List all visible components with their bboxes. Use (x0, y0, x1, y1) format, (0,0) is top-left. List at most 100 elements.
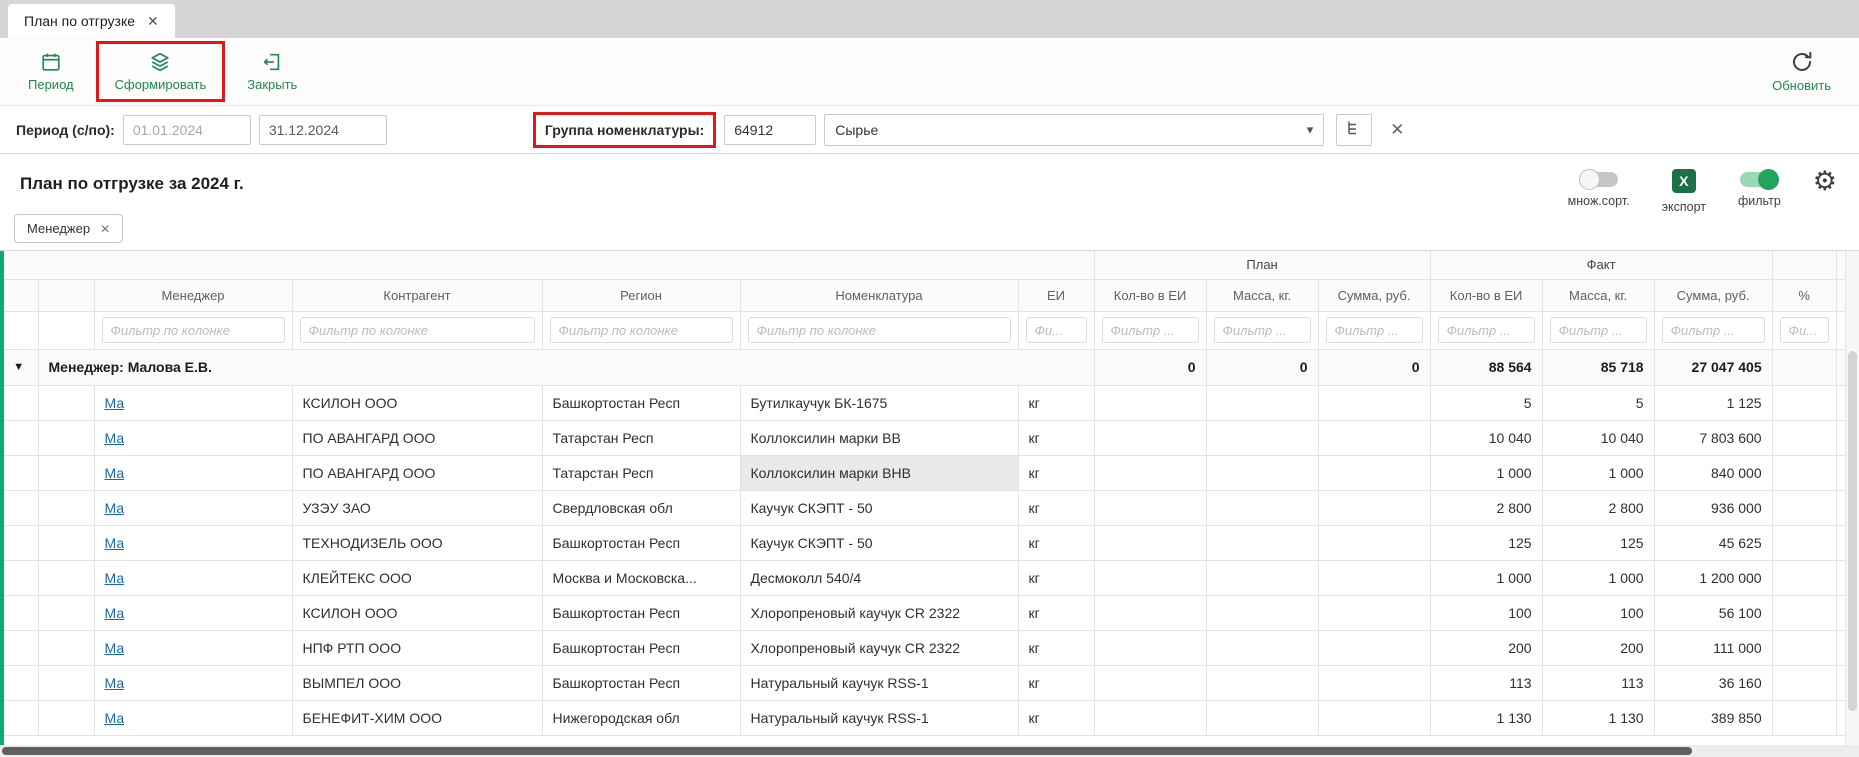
table-row[interactable]: Ма КЛЕЙТЕКС ООО Москва и Московска... Де… (0, 560, 1845, 595)
column-header-manager[interactable]: Менеджер (94, 279, 292, 311)
filter-toggle[interactable]: фильтр (1738, 166, 1781, 208)
manager-link[interactable]: Ма (105, 465, 125, 481)
period-button[interactable]: Период (16, 46, 86, 97)
column-header-nomenclature[interactable]: Номенклатура (740, 279, 1018, 311)
date-to-input[interactable] (259, 115, 387, 145)
table-row[interactable]: Ма БЕНЕФИТ-ХИМ ООО Нижегородская обл Нат… (0, 700, 1845, 735)
manager-link[interactable]: Ма (105, 640, 125, 656)
fact-qty-cell: 1 000 (1430, 560, 1542, 595)
nomenclature-group-select[interactable]: Сырье ▾ (824, 114, 1324, 146)
multisort-toggle[interactable]: множ.сорт. (1568, 166, 1630, 208)
filter-input-fact-sum[interactable] (1662, 317, 1765, 343)
nomenclature-cell: Хлоропреновый каучук CR 2322 (740, 630, 1018, 665)
region-cell: Башкортостан Респ (542, 525, 740, 560)
filter-input-fact-qty[interactable] (1438, 317, 1535, 343)
contragent-cell: КЛЕЙТЕКС ООО (292, 560, 542, 595)
filter-input-region[interactable] (550, 317, 733, 343)
refresh-icon (1790, 50, 1814, 74)
table-row[interactable]: Ма КСИЛОН ООО Башкортостан Респ Бутилкау… (0, 385, 1845, 420)
manager-link[interactable]: Ма (105, 710, 125, 726)
manager-link[interactable]: Ма (105, 605, 125, 621)
column-header-unit[interactable]: ЕИ (1018, 279, 1094, 311)
column-header-contragent[interactable]: Контрагент (292, 279, 542, 311)
fact-band-header: Факт (1430, 251, 1772, 279)
manager-link[interactable]: Ма (105, 430, 125, 446)
table-row[interactable]: Ма ВЫМПЕЛ ООО Башкортостан Респ Натураль… (0, 665, 1845, 700)
group-fact-mass: 85 718 (1542, 349, 1654, 385)
filter-input-percent[interactable] (1780, 317, 1829, 343)
period-button-label: Период (28, 77, 74, 92)
column-header-fact-mass[interactable]: Масса, кг. (1542, 279, 1654, 311)
fact-qty-cell: 113 (1430, 665, 1542, 700)
filter-input-fact-mass[interactable] (1550, 317, 1647, 343)
manager-link[interactable]: Ма (105, 535, 125, 551)
fact-mass-cell: 1 000 (1542, 560, 1654, 595)
date-from-input[interactable] (123, 115, 251, 145)
column-header-fact-sum[interactable]: Сумма, руб. (1654, 279, 1772, 311)
horizontal-scrollbar[interactable] (0, 745, 1859, 757)
filter-input-unit[interactable] (1026, 317, 1087, 343)
unit-cell: кг (1018, 700, 1094, 735)
contragent-cell: ПО АВАНГАРД ООО (292, 420, 542, 455)
fact-sum-cell: 56 100 (1654, 595, 1772, 630)
column-header-plan-sum[interactable]: Сумма, руб. (1318, 279, 1430, 311)
filter-input-contragent[interactable] (300, 317, 535, 343)
page-title: План по отгрузке за 2024 г. (20, 166, 244, 194)
horizontal-scrollbar-thumb[interactable] (2, 747, 1692, 755)
fact-sum-cell: 1 125 (1654, 385, 1772, 420)
fact-qty-cell: 1 000 (1430, 455, 1542, 490)
group-row[interactable]: ▼ Менеджер: Малова Е.В. 0 0 0 88 564 85 … (0, 349, 1845, 385)
vertical-scrollbar[interactable] (1845, 251, 1859, 745)
filter-input-nomenclature[interactable] (748, 317, 1011, 343)
export-label: экспорт (1662, 200, 1706, 214)
manager-link[interactable]: Ма (105, 570, 125, 586)
filter-input-manager[interactable] (102, 317, 285, 343)
table-row[interactable]: Ма УЗЭУ ЗАО Свердловская обл Каучук СКЭП… (0, 490, 1845, 525)
unit-cell: кг (1018, 525, 1094, 560)
table-row[interactable]: Ма КСИЛОН ООО Башкортостан Респ Хлоропре… (0, 595, 1845, 630)
fact-qty-cell: 200 (1430, 630, 1542, 665)
tab-shipment-plan[interactable]: План по отгрузке ✕ (8, 4, 175, 38)
refresh-button[interactable]: Обновить (1760, 45, 1843, 98)
report-header: План по отгрузке за 2024 г. множ.сорт. X… (0, 154, 1859, 206)
annotation-box-generate: Сформировать (96, 41, 226, 102)
tab-close-icon[interactable]: ✕ (147, 13, 159, 30)
filter-input-plan-qty[interactable] (1102, 317, 1199, 343)
group-code-input[interactable] (724, 115, 816, 145)
generate-button[interactable]: Сформировать (103, 46, 219, 97)
column-header-fact-qty[interactable]: Кол-во в ЕИ (1430, 279, 1542, 311)
group-fact-sum: 27 047 405 (1654, 349, 1772, 385)
calendar-icon (40, 51, 62, 73)
chip-close-icon[interactable]: ✕ (100, 222, 110, 236)
export-excel-button[interactable]: X экспорт (1662, 166, 1706, 214)
manager-link[interactable]: Ма (105, 675, 125, 691)
nomenclature-cell: Натуральный каучук RSS-1 (740, 665, 1018, 700)
table-row[interactable]: Ма НПФ РТП ООО Башкортостан Респ Хлоропр… (0, 630, 1845, 665)
vertical-scrollbar-thumb[interactable] (1848, 351, 1857, 711)
column-header-region[interactable]: Регион (542, 279, 740, 311)
refresh-button-label: Обновить (1772, 78, 1831, 93)
filter-input-plan-mass[interactable] (1214, 317, 1311, 343)
column-header-plan-mass[interactable]: Масса, кг. (1206, 279, 1318, 311)
table-row[interactable]: Ма ПО АВАНГАРД ООО Татарстан Респ Коллок… (0, 455, 1845, 490)
close-button-label: Закрыть (247, 77, 297, 92)
group-plan-mass: 0 (1206, 349, 1318, 385)
fact-mass-cell: 5 (1542, 385, 1654, 420)
clear-group-button[interactable]: ✕ (1390, 120, 1404, 140)
manager-link[interactable]: Ма (105, 500, 125, 516)
fact-qty-cell: 10 040 (1430, 420, 1542, 455)
group-expand-icon[interactable]: ▼ (13, 361, 24, 373)
manager-link[interactable]: Ма (105, 395, 125, 411)
close-button[interactable]: Закрыть (235, 46, 309, 97)
column-header-percent[interactable]: % (1772, 279, 1836, 311)
tree-view-button[interactable] (1336, 114, 1372, 146)
table-row[interactable]: Ма ТЕХНОДИЗЕЛЬ ООО Башкортостан Респ Кау… (0, 525, 1845, 560)
exit-icon (261, 51, 283, 73)
filter-input-plan-sum[interactable] (1326, 317, 1423, 343)
tab-strip: План по отгрузке ✕ (0, 0, 1859, 38)
settings-button[interactable]: ⚙ (1813, 166, 1837, 193)
nomenclature-cell: Натуральный каучук RSS-1 (740, 700, 1018, 735)
grouping-chip[interactable]: Менеджер ✕ (14, 214, 123, 243)
column-header-plan-qty[interactable]: Кол-во в ЕИ (1094, 279, 1206, 311)
table-row[interactable]: Ма ПО АВАНГАРД ООО Татарстан Респ Коллок… (0, 420, 1845, 455)
